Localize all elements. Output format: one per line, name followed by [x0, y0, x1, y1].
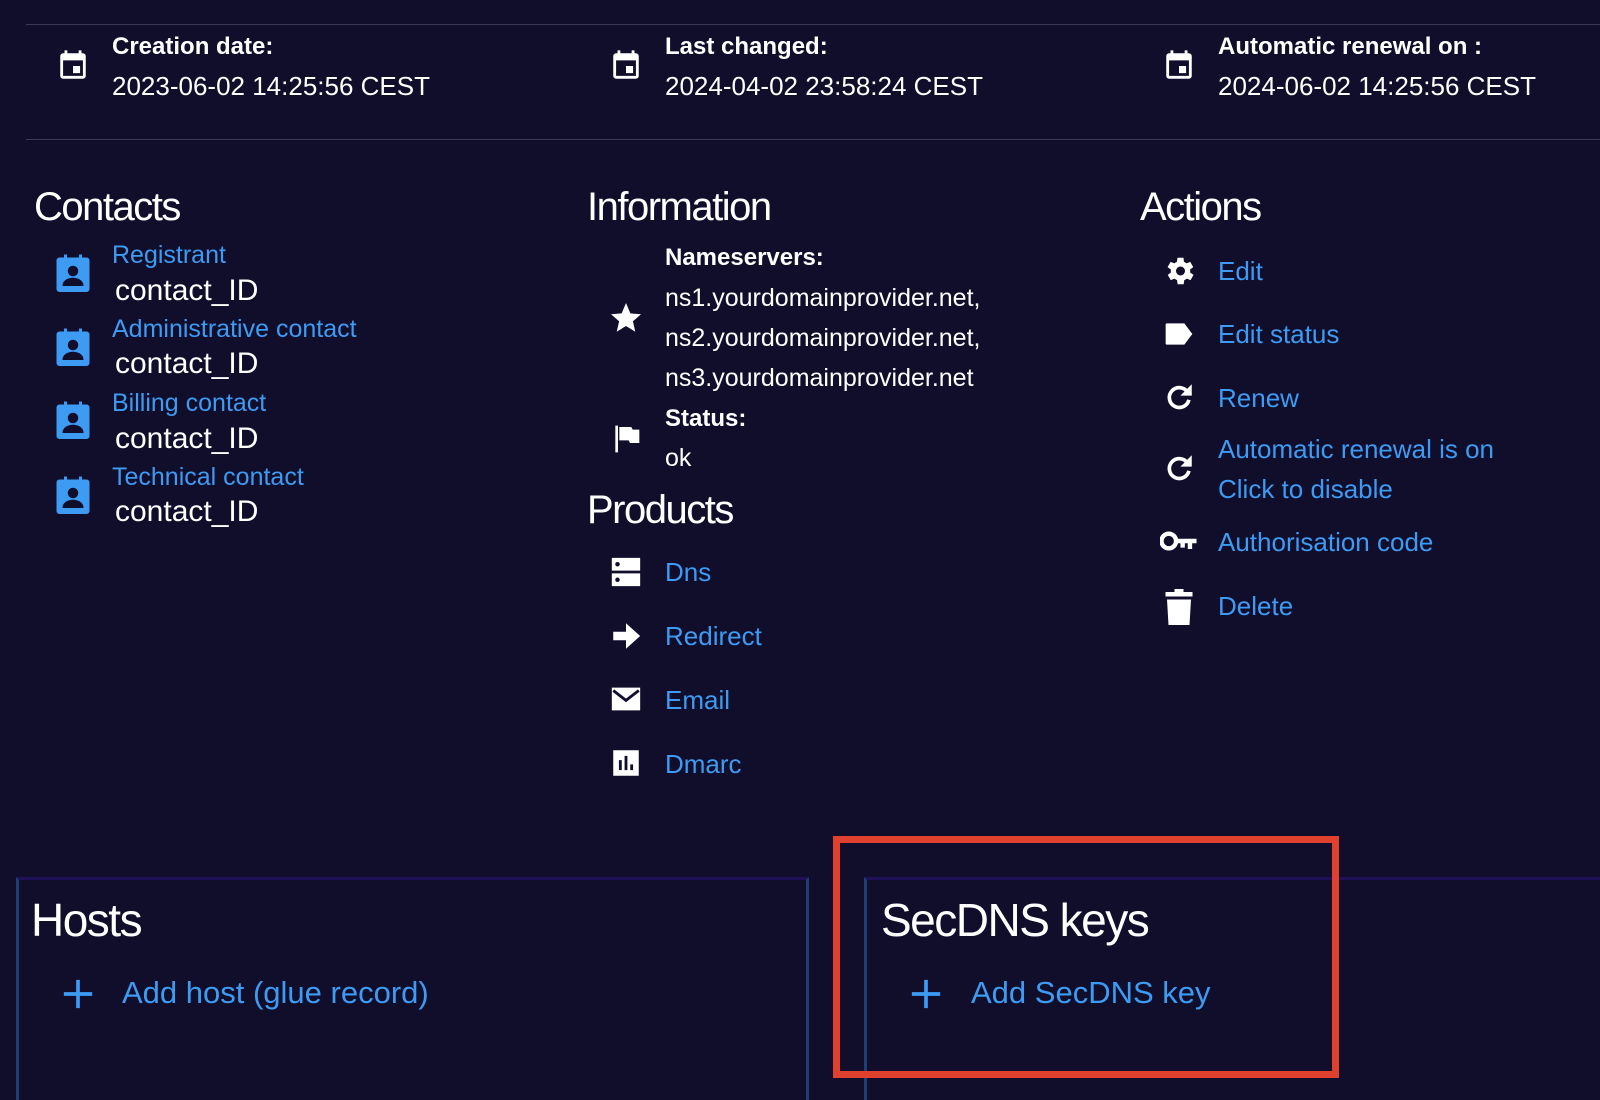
calendar-icon	[1166, 50, 1192, 79]
administrative-contact-value: contact_ID	[115, 347, 259, 380]
tag-icon	[1165, 323, 1193, 345]
creation-date-value: 2023-06-02 14:25:56 CEST	[112, 71, 430, 101]
dates-divider	[26, 139, 1600, 140]
arrow-right-icon	[613, 623, 641, 649]
dns-link[interactable]: Dns	[665, 557, 711, 588]
registrant-link[interactable]: Registrant	[112, 241, 226, 270]
technical-contact-value: contact_ID	[115, 495, 259, 528]
billing-contact-link[interactable]: Billing contact	[112, 389, 266, 418]
last-changed-value: 2024-04-02 23:58:24 CEST	[665, 71, 983, 101]
registrant-value: contact_ID	[115, 274, 259, 307]
bar-chart-icon	[613, 750, 639, 776]
plus-icon[interactable]	[61, 977, 95, 1011]
flag-icon	[615, 425, 640, 453]
nameserver-3: ns3.yourdomainprovider.net	[665, 364, 974, 392]
hosts-panel: Hosts Add host (glue record)	[16, 877, 809, 1100]
nameservers-label: Nameservers:	[665, 244, 824, 271]
dns-icon	[611, 557, 641, 587]
renewal-date-value: 2024-06-02 14:25:56 CEST	[1218, 71, 1536, 101]
billing-contact-value: contact_ID	[115, 422, 259, 455]
add-host-link[interactable]: Add host (glue record)	[122, 975, 429, 1011]
gear-icon	[1167, 257, 1194, 285]
key-icon	[1160, 531, 1197, 551]
edit-link[interactable]: Edit	[1218, 256, 1263, 287]
hosts-title: Hosts	[31, 894, 143, 946]
status-label: Status:	[665, 405, 747, 432]
contact-card-icon	[56, 401, 90, 439]
redirect-link[interactable]: Redirect	[665, 621, 762, 652]
products-title: Products	[587, 488, 734, 532]
nameserver-1: ns1.yourdomainprovider.net,	[665, 284, 981, 312]
star-icon	[611, 303, 641, 332]
last-changed-label: Last changed:	[665, 33, 828, 60]
creation-date-label: Creation date:	[112, 33, 274, 60]
renewal-date-label: Automatic renewal on :	[1218, 33, 1483, 60]
technical-contact-link[interactable]: Technical contact	[112, 463, 304, 492]
actions-title: Actions	[1140, 185, 1262, 229]
top-divider	[26, 24, 1600, 25]
email-link[interactable]: Email	[665, 685, 730, 716]
envelope-icon	[611, 687, 641, 711]
information-title: Information	[587, 185, 772, 229]
auto-renewal-disable-link[interactable]: Click to disable	[1218, 474, 1393, 505]
calendar-icon	[60, 50, 86, 79]
contact-card-icon	[56, 476, 90, 514]
contact-card-icon	[56, 254, 90, 292]
trash-icon	[1165, 589, 1193, 625]
dmarc-link[interactable]: Dmarc	[665, 749, 742, 780]
auto-renewal-status-link[interactable]: Automatic renewal is on	[1218, 434, 1494, 465]
contact-card-icon	[56, 328, 90, 366]
edit-status-link[interactable]: Edit status	[1218, 319, 1339, 350]
highlight-box	[833, 836, 1339, 1078]
refresh-icon	[1167, 455, 1192, 481]
authorisation-code-link[interactable]: Authorisation code	[1218, 527, 1433, 558]
renew-link[interactable]: Renew	[1218, 383, 1299, 414]
delete-link[interactable]: Delete	[1218, 591, 1293, 622]
status-value: ok	[665, 444, 692, 472]
contacts-title: Contacts	[34, 185, 181, 229]
calendar-icon	[613, 50, 639, 79]
nameserver-2: ns2.yourdomainprovider.net,	[665, 324, 981, 352]
refresh-icon	[1167, 384, 1192, 410]
administrative-contact-link[interactable]: Administrative contact	[112, 315, 357, 344]
